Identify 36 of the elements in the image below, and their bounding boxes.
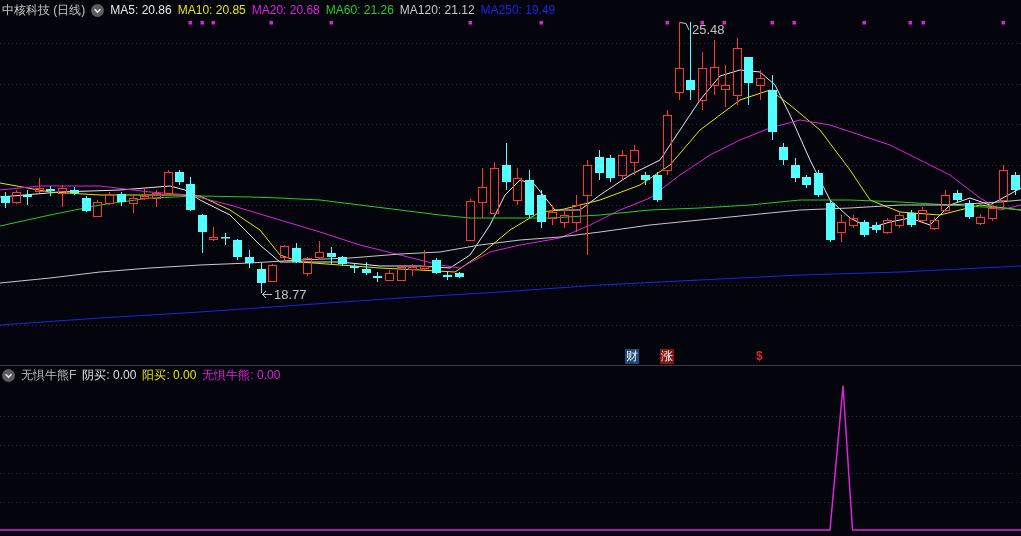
signal-marker xyxy=(908,21,912,25)
indicator-value: 阴买: 0.00 xyxy=(82,368,137,382)
leader-line xyxy=(679,22,690,31)
moving-average-value: MA20: 20.68 xyxy=(251,3,320,17)
indicator-value: 阳买: 0.00 xyxy=(142,368,197,382)
low-price-label: 18.77 xyxy=(274,288,307,302)
signal-marker xyxy=(269,21,273,25)
signal-marker xyxy=(770,21,774,25)
signal-marker xyxy=(921,21,925,25)
signal-marker xyxy=(792,21,796,25)
event-marker[interactable]: 涨 xyxy=(660,349,674,364)
leader-arrow xyxy=(262,290,273,299)
event-marker[interactable]: 财 xyxy=(625,349,639,364)
indicator-value: 无惧牛熊: 0.00 xyxy=(202,368,281,382)
moving-average-value: MA5: 20.86 xyxy=(110,3,172,17)
chevron-down-icon[interactable] xyxy=(2,368,15,382)
signal-marker xyxy=(1001,21,1005,25)
moving-average-value: MA120: 21.12 xyxy=(399,3,475,17)
high-price-label: 25.48 xyxy=(692,23,725,37)
moving-average-value: MA250: 19.49 xyxy=(480,3,556,17)
signal-marker xyxy=(211,21,215,25)
indicator-title: 无惧牛熊F xyxy=(21,368,77,382)
moving-average-value: MA10: 20.85 xyxy=(177,3,246,17)
signal-marker xyxy=(700,21,704,25)
moving-average-value: MA60: 21.26 xyxy=(325,3,394,17)
signal-marker xyxy=(188,21,192,25)
signal-marker xyxy=(200,21,204,25)
signal-marker xyxy=(539,21,543,25)
event-marker[interactable]: $ xyxy=(755,349,764,364)
signal-marker xyxy=(468,21,472,25)
signal-marker xyxy=(722,21,726,25)
chevron-down-icon[interactable] xyxy=(91,3,105,17)
signal-marker xyxy=(329,21,333,25)
signal-marker xyxy=(862,21,866,25)
signal-marker xyxy=(665,21,669,25)
security-title: 中核科技 (日线) xyxy=(2,3,86,17)
